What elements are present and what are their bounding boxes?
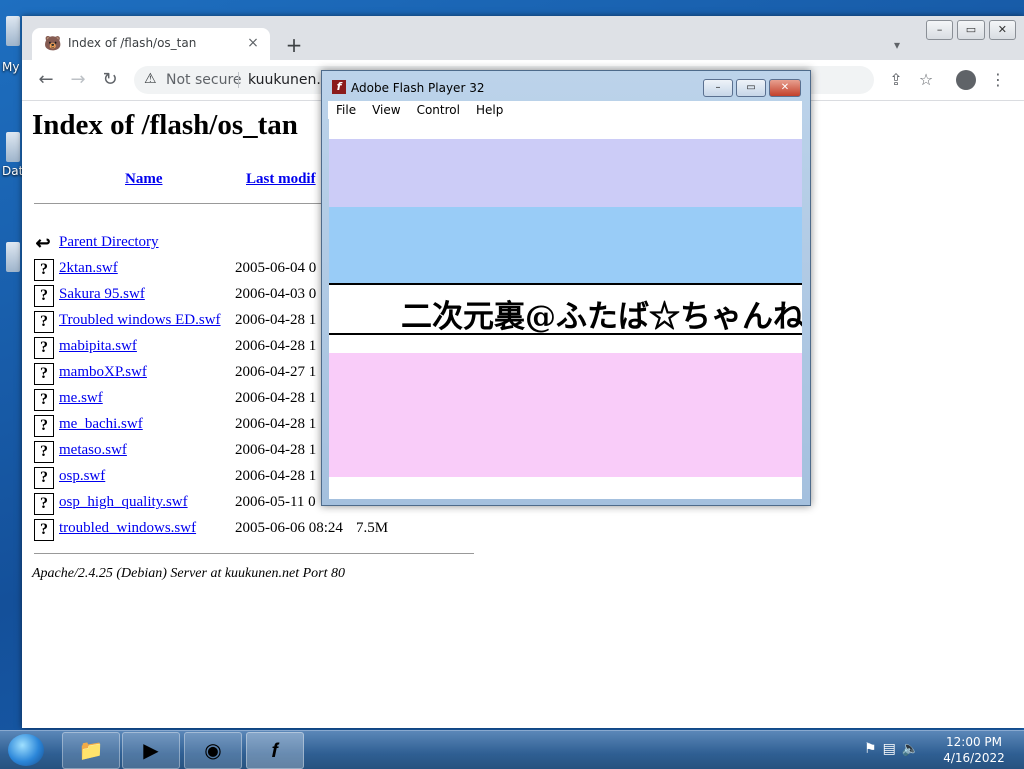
taskbar: 📁 ▶ ◉ 𝒇 ⚑ ▤ 🔈 12:00 PM 4/16/2022 [0, 730, 1024, 769]
file-link[interactable]: Sakura 95.swf [59, 286, 145, 303]
action-center-flag-icon[interactable]: ⚑ [864, 741, 877, 757]
desktop-icon-label: My [2, 60, 20, 74]
url-text[interactable]: kuukunen.n [248, 72, 330, 88]
file-link[interactable]: osp_high_quality.swf [59, 494, 188, 511]
column-header-name[interactable]: Name [125, 171, 163, 188]
file-date: 2005-06-06 08:24 [235, 520, 343, 536]
flash-logo-icon: f [332, 80, 346, 94]
unknown-file-icon: ? [34, 519, 54, 541]
tab-close-button[interactable]: × [244, 34, 262, 52]
chrome-taskbar-icon[interactable]: ◉ [184, 732, 242, 769]
unknown-file-icon: ? [34, 363, 54, 385]
window-controls: – ▭ ✕ [926, 20, 1020, 40]
desktop-shortcut-icon[interactable] [6, 242, 20, 272]
unknown-file-icon: ? [34, 493, 54, 515]
unknown-file-icon: ? [34, 285, 54, 307]
file-date: 2006-05-11 0 [235, 494, 316, 510]
data-desktop-icon[interactable] [6, 132, 20, 162]
file-date: 2006-04-28 1 [235, 338, 317, 354]
back-arrow-icon[interactable]: ← [34, 68, 58, 92]
start-button[interactable] [8, 734, 44, 766]
flash-player-window[interactable]: f Adobe Flash Player 32 – ▭ ✕ File View … [321, 70, 811, 506]
tab-active[interactable]: 🐻 Index of /flash/os_tan × [32, 28, 270, 60]
clock-date: 4/16/2022 [943, 751, 1005, 765]
file-link[interactable]: troubled_windows.swf [59, 520, 196, 537]
server-signature: Apache/2.4.25 (Debian) Server at kuukune… [32, 566, 345, 581]
file-date: 2006-04-27 1 [235, 364, 317, 380]
file-link[interactable]: metaso.swf [59, 442, 127, 459]
network-icon[interactable]: ▤ [883, 741, 896, 757]
tab-strip: 🐻 Index of /flash/os_tan × + ▾ – ▭ ✕ [22, 16, 1024, 60]
parent-directory-link[interactable]: Parent Directory [59, 234, 159, 251]
media-player-taskbar-icon[interactable]: ▶ [122, 732, 180, 769]
stage-band-blue [329, 207, 802, 283]
tab-title: Index of /flash/os_tan [68, 36, 197, 50]
column-header-last-modified[interactable]: Last modif [246, 171, 316, 188]
flash-window-controls: – ▭ ✕ [703, 79, 804, 97]
new-tab-button[interactable]: + [282, 33, 306, 57]
file-link[interactable]: me.swf [59, 390, 103, 407]
unknown-file-icon: ? [34, 311, 54, 333]
file-link[interactable]: mabipita.swf [59, 338, 137, 355]
file-link[interactable]: me_bachi.swf [59, 416, 143, 433]
menu-control[interactable]: Control [409, 101, 468, 119]
unknown-file-icon: ? [34, 441, 54, 463]
file-link[interactable]: osp.swf [59, 468, 105, 485]
warning-icon[interactable]: ⚠ [144, 71, 157, 87]
file-date: 2006-04-28 1 [235, 416, 317, 432]
file-date: 2006-04-03 0 [235, 286, 317, 302]
volume-icon[interactable]: 🔈 [902, 741, 919, 757]
unknown-file-icon: ? [34, 389, 54, 411]
share-icon[interactable]: ⇪ [884, 68, 908, 92]
menu-file[interactable]: File [328, 101, 364, 119]
file-date: 2005-06-04 0 [235, 260, 317, 276]
flash-window-title: Adobe Flash Player 32 [351, 81, 485, 95]
reload-icon[interactable]: ↻ [98, 68, 122, 92]
file-date: 2006-04-28 1 [235, 468, 317, 484]
unknown-file-icon: ? [34, 467, 54, 489]
stage-band-pink [329, 353, 802, 477]
close-window-button[interactable]: ✕ [988, 20, 1016, 40]
list-item: ? troubled_windows.swf 2005-06-06 08:24 7.5… [34, 518, 474, 541]
flash-menu-bar: File View Control Help [328, 101, 802, 119]
flash-minimize-button[interactable]: – [703, 79, 733, 97]
footer-divider [34, 553, 474, 554]
unknown-file-icon: ? [34, 259, 54, 281]
menu-kebab-icon[interactable]: ⋮ [986, 68, 1010, 92]
back-folder-icon: ↩ [34, 233, 52, 253]
system-tray: ⚑ ▤ 🔈 [864, 741, 919, 757]
file-link[interactable]: 2ktan.swf [59, 260, 118, 277]
file-date: 2006-04-28 1 [235, 390, 317, 406]
unknown-file-icon: ? [34, 415, 54, 437]
security-status[interactable]: Not secure [166, 72, 242, 88]
flash-close-button[interactable]: ✕ [769, 79, 801, 97]
clock[interactable]: 12:00 PM 4/16/2022 [934, 734, 1014, 766]
clock-time: 12:00 PM [946, 735, 1002, 749]
computer-desktop-icon[interactable] [6, 16, 20, 46]
minimize-button[interactable]: – [926, 20, 954, 40]
bookmark-star-icon[interactable]: ☆ [914, 68, 938, 92]
desktop-icon-label: Dat [2, 164, 24, 178]
flash-banner-text: 二次元裏@ふたば☆ちゃんね [401, 299, 802, 335]
page-title: Index of /flash/os_tan [32, 109, 298, 141]
flash-player-taskbar-icon[interactable]: 𝒇 [246, 732, 304, 769]
site-favicon-icon: 🐻 [44, 36, 62, 52]
file-date: 2006-04-28 1 [235, 312, 317, 328]
file-date: 2006-04-28 1 [235, 442, 317, 458]
maximize-button[interactable]: ▭ [957, 20, 985, 40]
file-link[interactable]: mamboXP.swf [59, 364, 147, 381]
menu-help[interactable]: Help [468, 101, 511, 119]
stage-band-lavender [329, 139, 802, 207]
file-link[interactable]: Troubled windows ED.swf [59, 312, 221, 329]
tab-search-chevron-icon[interactable]: ▾ [894, 38, 900, 52]
flash-maximize-button[interactable]: ▭ [736, 79, 766, 97]
menu-view[interactable]: View [364, 101, 408, 119]
divider [238, 72, 239, 88]
profile-avatar-icon[interactable] [956, 70, 976, 90]
explorer-taskbar-icon[interactable]: 📁 [62, 732, 120, 769]
forward-arrow-icon[interactable]: → [66, 68, 90, 92]
unknown-file-icon: ? [34, 337, 54, 359]
file-size: 7.5M [356, 520, 389, 536]
flash-stage[interactable]: 二次元裏@ふたば☆ちゃんね [329, 119, 802, 499]
